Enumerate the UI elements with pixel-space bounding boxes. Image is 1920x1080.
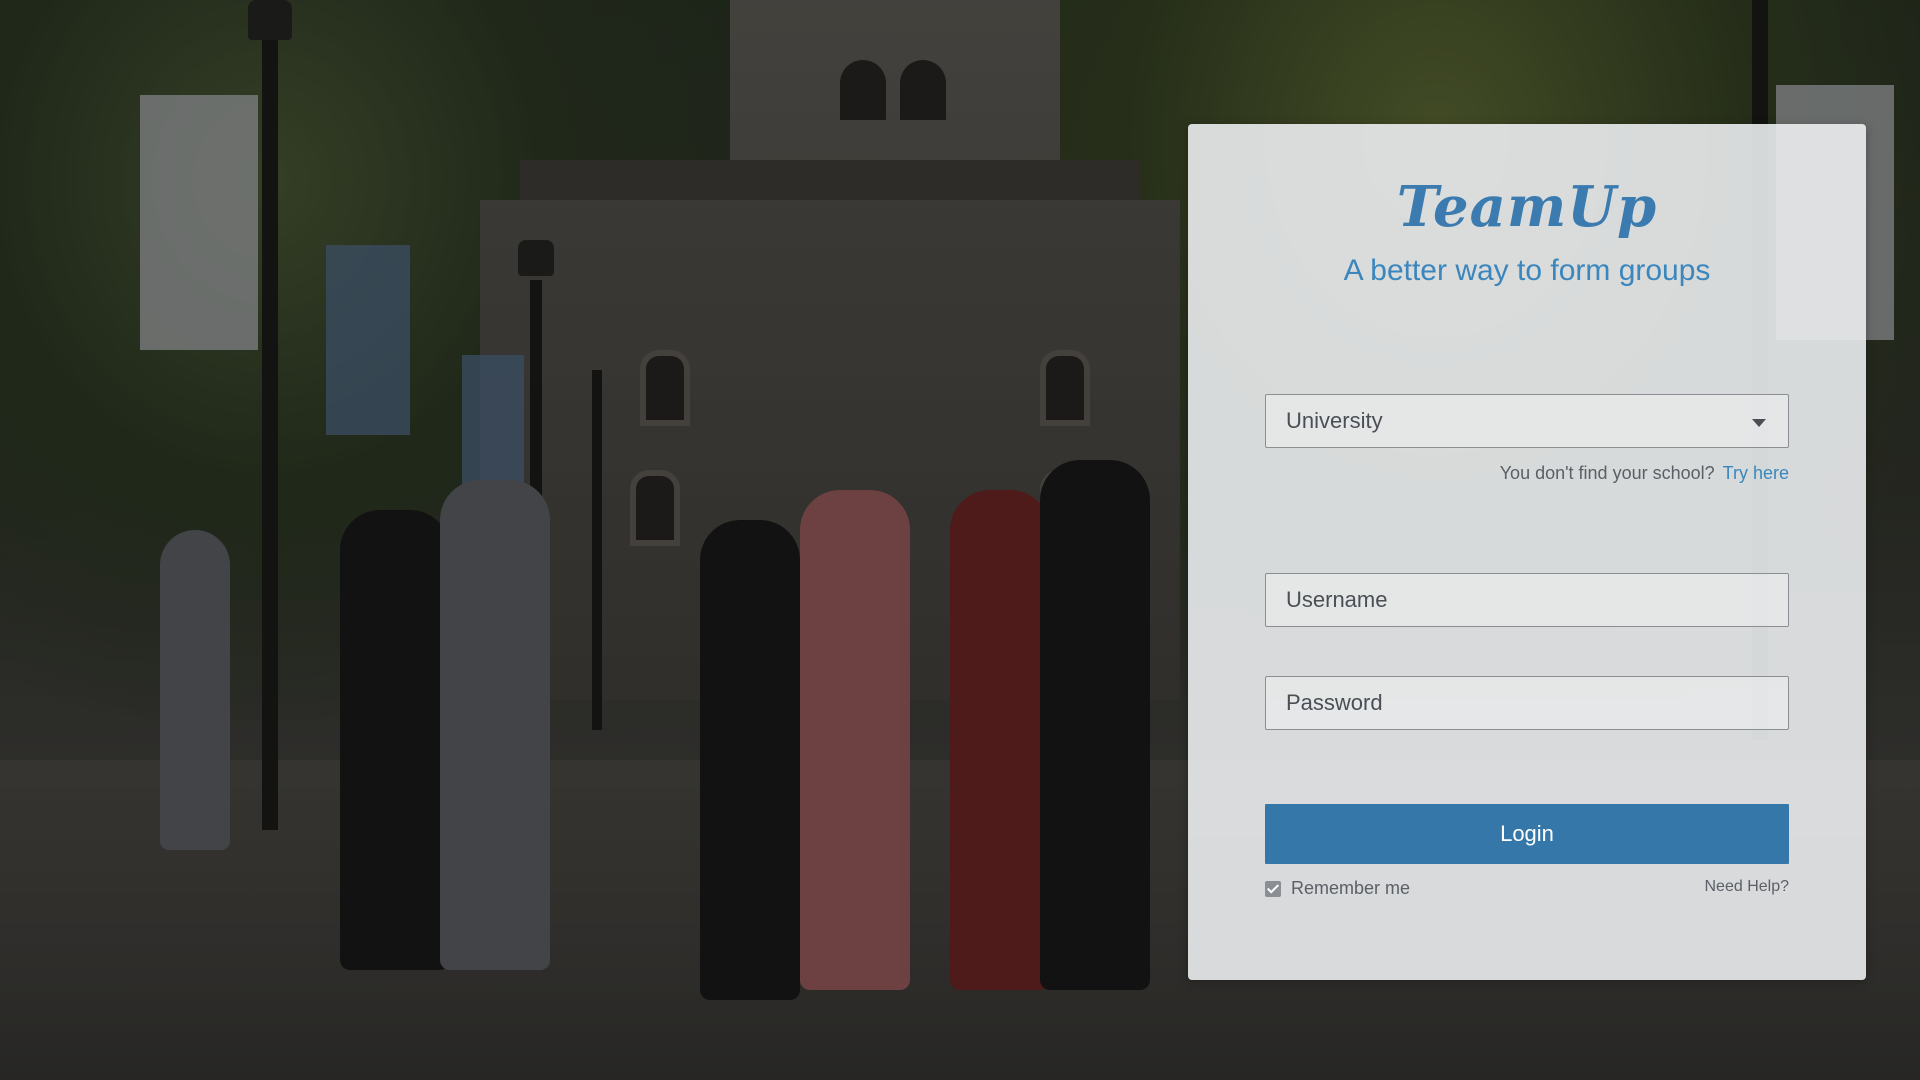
password-input[interactable] <box>1265 676 1789 730</box>
chevron-down-icon <box>1752 419 1766 427</box>
checkbox-checked-icon <box>1265 880 1281 897</box>
login-card: TeamUp A better way to form groups Unive… <box>1188 124 1866 980</box>
brand-logo: TeamUp <box>1396 174 1658 240</box>
remember-me-checkbox[interactable]: Remember me <box>1265 878 1410 899</box>
school-hint-text: You don't find your school? <box>1499 463 1715 483</box>
school-hint: You don't find your school? Try here <box>1500 463 1789 484</box>
username-input[interactable] <box>1265 573 1789 627</box>
university-select[interactable]: University <box>1265 394 1789 448</box>
brand-tagline: A better way to form groups <box>1343 254 1711 287</box>
remember-me-label: Remember me <box>1291 878 1411 898</box>
login-button[interactable]: Login <box>1265 804 1789 864</box>
need-help-link[interactable]: Need Help? <box>1705 878 1790 896</box>
university-select-value: University <box>1286 408 1383 433</box>
try-here-link[interactable]: Try here <box>1723 463 1789 483</box>
